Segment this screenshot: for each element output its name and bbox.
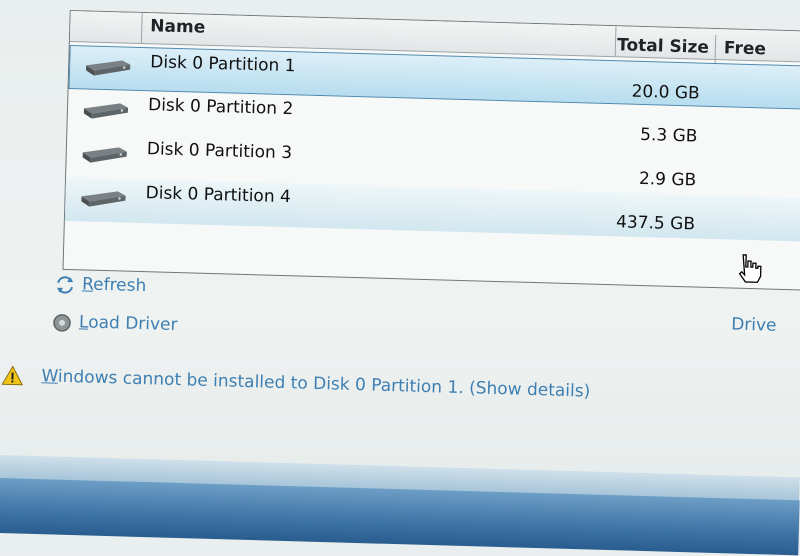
partition-name: Disk 0 Partition 3	[146, 139, 293, 164]
warning-access-key: W	[41, 366, 59, 387]
refresh-access-key: R	[81, 274, 94, 295]
disk-icon	[81, 191, 126, 207]
warning-icon	[1, 365, 24, 386]
refresh-icon[interactable]	[54, 274, 77, 297]
partition-size: 20.0 GB	[631, 81, 700, 104]
disk-icon	[83, 103, 129, 119]
hand-cursor-icon	[738, 254, 762, 283]
partition-size: 2.9 GB	[638, 168, 697, 191]
load-driver-link[interactable]: Load Driver	[79, 312, 178, 335]
partition-name: Disk 0 Partition 2	[147, 95, 294, 120]
partition-table: Name Total Size Free Disk 0 Partition 1 …	[62, 9, 800, 292]
warning-message[interactable]: Windows cannot be installed to Disk 0 Pa…	[41, 366, 590, 401]
load-driver-icon[interactable]	[51, 312, 74, 335]
warning-text: indows cannot be installed to Disk 0 Par…	[57, 366, 464, 399]
load-driver-label: oad Driver	[87, 312, 178, 336]
refresh-label: efresh	[92, 274, 147, 297]
header-spacer	[69, 10, 143, 43]
refresh-link[interactable]: Refresh	[82, 274, 147, 296]
partition-size: 5.3 GB	[639, 124, 698, 147]
disk-icon	[86, 60, 131, 76]
partition-name: Disk 0 Partition 1	[150, 52, 296, 77]
partition-size: 437.5 GB	[615, 212, 696, 235]
disk-icon	[82, 147, 127, 163]
drive-options-link[interactable]: Drive	[731, 315, 777, 336]
show-details-link[interactable]: (Show details)	[469, 378, 591, 401]
partition-name: Disk 0 Partition 4	[145, 183, 292, 208]
